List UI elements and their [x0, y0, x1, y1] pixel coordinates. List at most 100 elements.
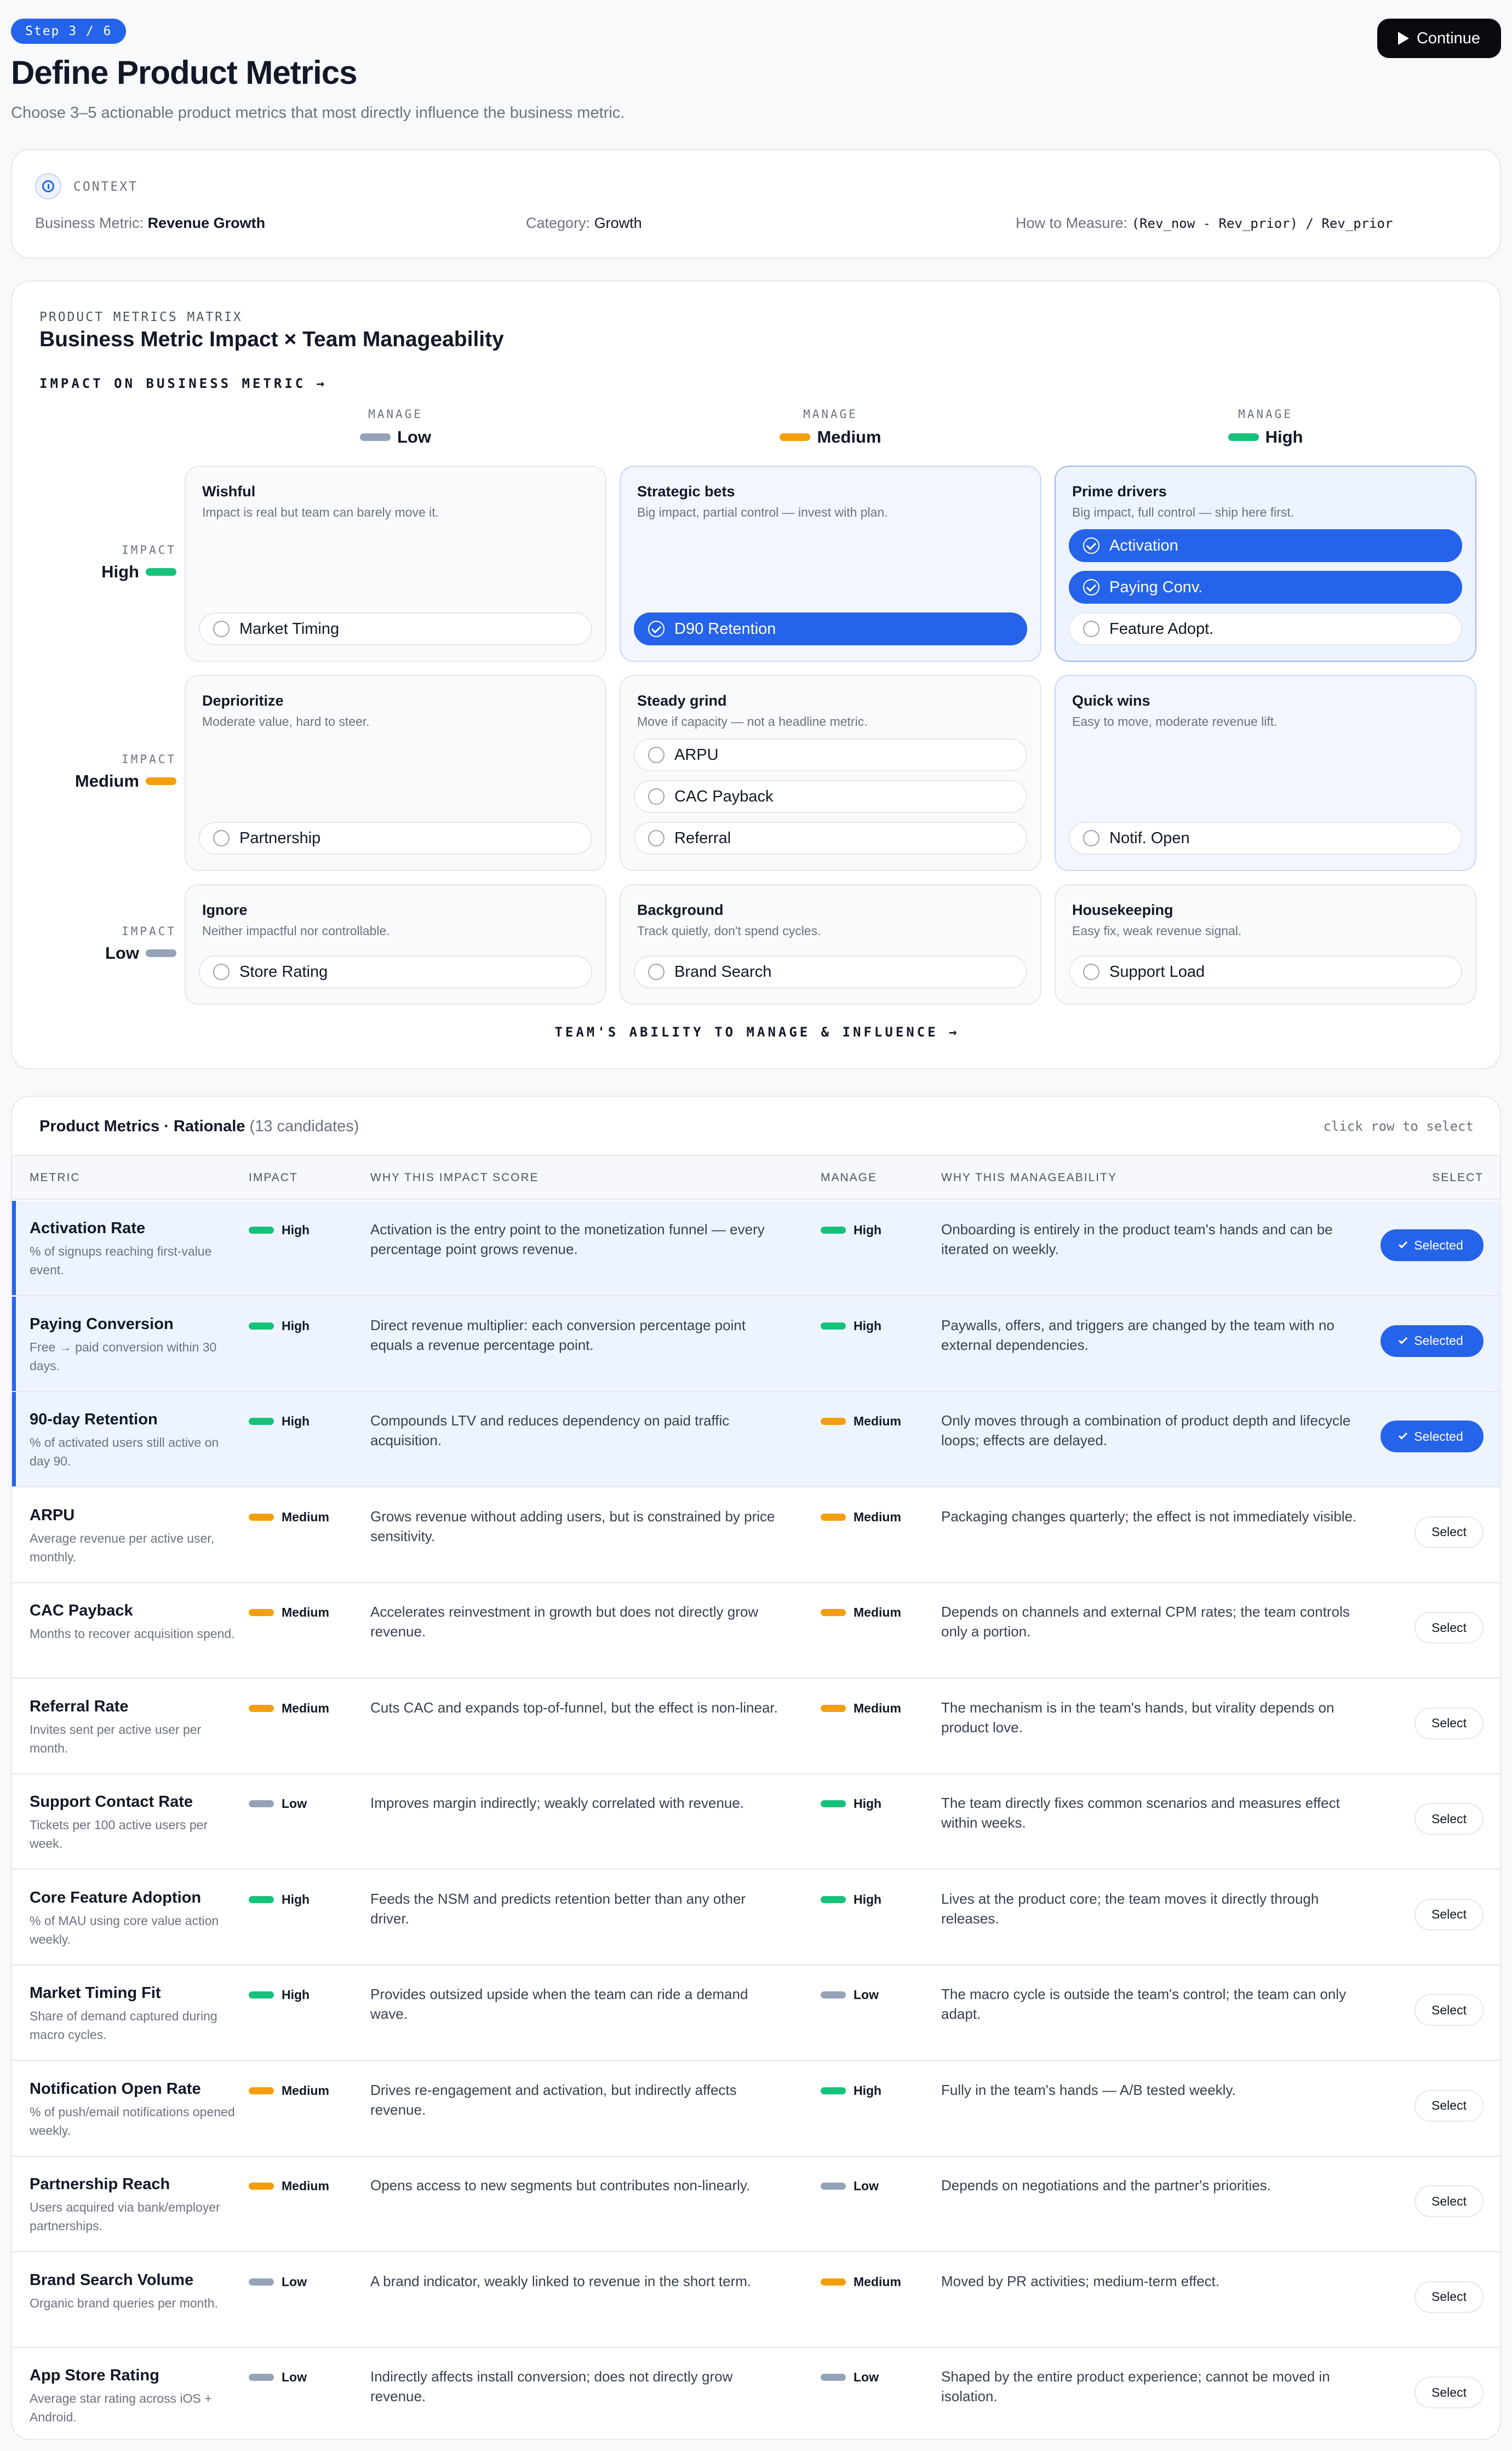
selected-button[interactable]: Selected [1381, 1325, 1484, 1357]
metric-cell: CAC Payback Months to recover acquisition… [30, 1602, 238, 1643]
metric-name: 90-day Retention [30, 1411, 158, 1428]
metric-desc: Invites sent per active user per month. [30, 1722, 202, 1755]
manage-rationale: Fully in the team's hands — A/B tested w… [941, 2081, 1236, 2098]
metric-desc: Tickets per 100 active users per week. [30, 1818, 208, 1851]
table-row[interactable]: Market Timing Fit Share of demand capture… [12, 1966, 1500, 2061]
impact-rationale: Provides outsized upside when the team c… [370, 1986, 748, 2022]
selected-button[interactable]: Selected [1381, 1229, 1484, 1261]
step-badge: Step 3 / 6 [11, 19, 127, 44]
select-button[interactable]: Select [1414, 1612, 1484, 1643]
impact-rationale: Improves margin indirectly; weakly corre… [370, 1795, 744, 1811]
impact-badge: High [249, 1319, 310, 1333]
metric-name: App Store Rating [30, 2367, 159, 2384]
table-row[interactable]: Partnership Reach Users acquired via bank… [12, 2157, 1500, 2252]
impact-badge: High [249, 1414, 310, 1429]
table-row[interactable]: 90-day Retention % of activated users sti… [12, 1392, 1500, 1487]
impact-rationale: Activation is the entry point to the mon… [370, 1221, 765, 1257]
chip-cac-payback[interactable]: CAC Payback [634, 780, 1027, 813]
table-row[interactable]: Referral Rate Invites sent per active use… [12, 1679, 1500, 1774]
info-icon [35, 173, 61, 199]
chip-market-timing[interactable]: Market Timing [199, 612, 592, 645]
chip-store-rating[interactable]: Store Rating [199, 955, 592, 988]
cell-ignore: Ignore Neither impactful nor controllabl… [185, 884, 606, 1005]
impact-badge: Low [249, 2275, 307, 2289]
selected-button[interactable]: Selected [1381, 1421, 1484, 1452]
select-button[interactable]: Select [1414, 2281, 1484, 2313]
rationale-table-card: Product Metrics · Rationale (13 candidat… [11, 1096, 1501, 2440]
metric-desc: % of activated users still active on day… [30, 1435, 219, 1468]
metric-desc: Free → paid conversion within 30 days. [30, 1339, 217, 1373]
chip-feature-adopt[interactable]: Feature Adopt. [1069, 612, 1462, 645]
impact-badge: Medium [249, 1605, 329, 1620]
table-row[interactable]: Support Contact Rate Tickets per 100 acti… [12, 1774, 1500, 1870]
manage-badge: High [821, 2083, 881, 2098]
table-row[interactable]: ARPU Average revenue per active user, mon… [12, 1487, 1500, 1583]
metric-name: Partnership Reach [30, 2175, 170, 2193]
table-hint: click row to select [1323, 1119, 1474, 1134]
impact-rationale: Drives re-engagement and activation, but… [370, 2081, 737, 2118]
col-head-medium: MANAGE Medium [620, 408, 1041, 447]
metric-desc: Average revenue per active user, monthly… [30, 1531, 215, 1564]
impact-rationale: Grows revenue without adding users, but … [370, 1508, 775, 1544]
chip-arpu[interactable]: ARPU [634, 738, 1027, 771]
metric-desc: Users acquired via bank/employer partner… [30, 2200, 220, 2233]
impact-badge: Medium [249, 2179, 329, 2194]
table-row[interactable]: Paying Conversion Free → paid conversion … [12, 1296, 1500, 1392]
select-button[interactable]: Select [1414, 1803, 1484, 1835]
impact-badge: Medium [249, 1510, 329, 1525]
impact-rationale: Accelerates reinvestment in growth but d… [370, 1604, 759, 1640]
metrics-matrix-card: PRODUCT METRICS MATRIX Business Metric I… [11, 280, 1501, 1069]
impact-badge: Low [249, 2370, 307, 2385]
chip-activation[interactable]: Activation [1069, 529, 1462, 562]
metric-name: CAC Payback [30, 1602, 133, 1619]
table-row[interactable]: CAC Payback Months to recover acquisition… [12, 1583, 1500, 1679]
manage-rationale: The mechanism is in the team's hands, bu… [941, 1699, 1335, 1736]
manage-badge: Medium [821, 2275, 901, 2289]
select-button[interactable]: Select [1414, 1994, 1484, 2026]
table-row[interactable]: Brand Search Volume Organic brand queries… [12, 2252, 1500, 2348]
select-button[interactable]: Select [1414, 2089, 1484, 2122]
continue-button[interactable]: Continue [1377, 19, 1501, 58]
manage-badge: High [821, 1223, 881, 1238]
chip-notif-open[interactable]: Notif. Open [1069, 822, 1462, 855]
chip-d90-retention[interactable]: D90 Retention [634, 612, 1027, 645]
manage-badge: Medium [821, 1414, 901, 1429]
select-button[interactable]: Select [1414, 1898, 1484, 1931]
impact-badge: High [249, 1223, 310, 1238]
context-card: CONTEXT Business Metric: Revenue Growth … [11, 149, 1501, 259]
cell-housekeeping: Housekeeping Easy fix, weak revenue sign… [1055, 884, 1476, 1005]
manage-badge: High [821, 1892, 881, 1907]
chip-brand-search[interactable]: Brand Search [634, 955, 1027, 988]
chip-partnership[interactable]: Partnership [199, 822, 592, 855]
page-title: Define Product Metrics [11, 54, 357, 91]
manage-rationale: Lives at the product core; the team move… [941, 1890, 1319, 1927]
select-button[interactable]: Select [1414, 1516, 1484, 1548]
chip-referral[interactable]: Referral [634, 822, 1027, 855]
cell-prime-drivers: Prime drivers Big impact, full control —… [1055, 466, 1476, 662]
metric-cell: Referral Rate Invites sent per active use… [30, 1698, 238, 1757]
select-button[interactable]: Select [1414, 1707, 1484, 1739]
select-button[interactable]: Select [1414, 2185, 1484, 2217]
row-head-medium: IMPACT Medium [75, 753, 176, 791]
col-head-low: MANAGE Low [185, 408, 606, 447]
table-row[interactable]: App Store Rating Average star rating acro… [12, 2348, 1500, 2439]
metric-cell: Paying Conversion Free → paid conversion … [30, 1315, 238, 1375]
metric-cell: 90-day Retention % of activated users sti… [30, 1411, 238, 1470]
impact-rationale: Indirectly affects install conversion; d… [370, 2368, 733, 2404]
manage-rationale: Moved by PR activities; medium-term effe… [941, 2272, 1220, 2289]
table-row[interactable]: Notification Open Rate % of push/email no… [12, 2061, 1500, 2157]
x-axis-label: TEAM'S ABILITY TO MANAGE & INFLUENCE → [554, 1024, 960, 1040]
table-row[interactable]: Core Feature Adoption % of MAU using core… [12, 1870, 1500, 1966]
y-axis-label: IMPACT ON BUSINESS METRIC → [39, 376, 328, 391]
impact-badge: Low [249, 1796, 307, 1811]
metric-cell: Partnership Reach Users acquired via bank… [30, 2175, 238, 2235]
chip-support-load[interactable]: Support Load [1069, 955, 1462, 988]
chip-paying-conv[interactable]: Paying Conv. [1069, 571, 1462, 604]
select-button[interactable]: Select [1414, 2376, 1484, 2408]
metric-desc: Share of demand captured during macro cy… [30, 2009, 217, 2042]
table-row[interactable]: Activation Rate % of signups reaching fir… [12, 1201, 1500, 1296]
metric-cell: Brand Search Volume Organic brand queries… [30, 2271, 238, 2312]
manage-rationale: Packaging changes quarterly; the effect … [941, 1508, 1357, 1525]
manage-rationale: Only moves through a combination of prod… [941, 1412, 1351, 1448]
manage-rationale: Paywalls, offers, and triggers are chang… [941, 1316, 1335, 1353]
